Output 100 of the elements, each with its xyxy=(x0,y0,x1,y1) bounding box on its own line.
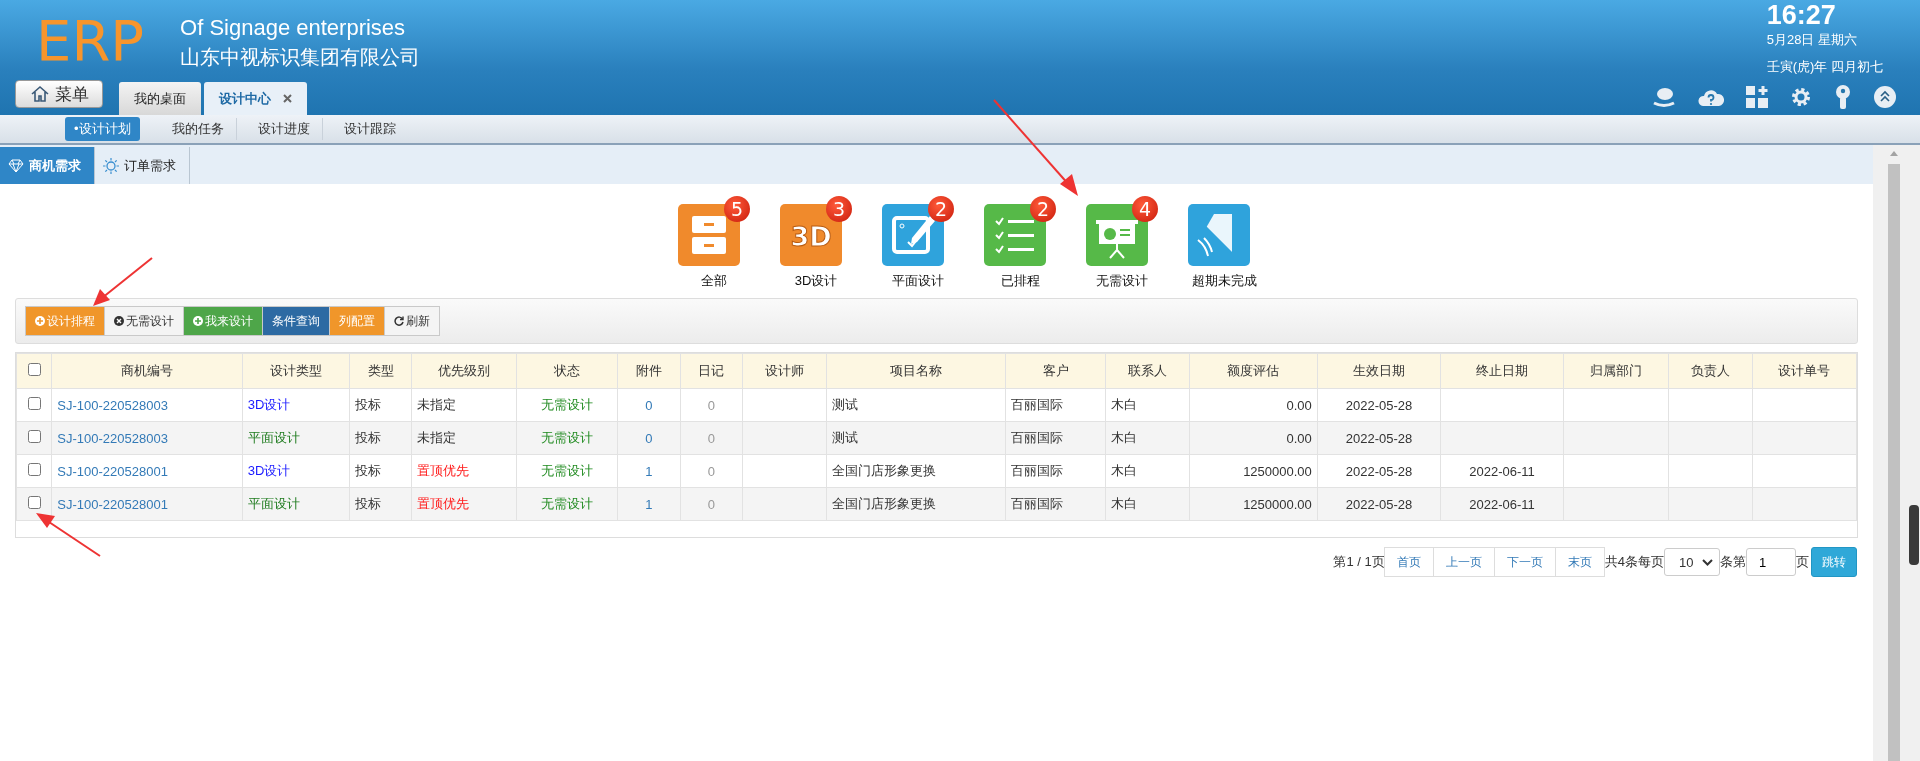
amount-cell: 0.00 xyxy=(1189,388,1318,422)
project-name-cell: 测试 xyxy=(826,388,1006,422)
page-size-select[interactable]: 10 xyxy=(1664,548,1720,576)
page-nav-button[interactable]: 下一页 xyxy=(1493,547,1556,577)
column-header: 设计师 xyxy=(742,353,827,389)
close-icon[interactable] xyxy=(283,94,292,103)
settings-icon[interactable] xyxy=(1790,86,1812,108)
company-subtitle: Of Signage enterprises xyxy=(180,14,407,42)
help-cloud-icon[interactable] xyxy=(1698,87,1724,107)
status-cell: 无需设计 xyxy=(517,388,618,422)
diary-count: 0 xyxy=(680,388,743,422)
column-header: 设计类型 xyxy=(242,353,350,389)
priority-cell: 未指定 xyxy=(411,388,517,422)
menu-button[interactable]: 菜单 xyxy=(15,80,103,108)
page-number-field[interactable]: 1 xyxy=(1746,548,1796,576)
page-nav-button[interactable]: 上一页 xyxy=(1432,547,1495,577)
toolbar-button[interactable]: 条件查询 xyxy=(262,306,330,336)
page-tab[interactable]: 我的桌面 xyxy=(119,82,201,115)
category-shortcut[interactable]: 4 无需设计 xyxy=(1086,196,1158,290)
total-count-label: 共4条每页 xyxy=(1604,553,1664,571)
attachment-count-link[interactable]: 0 xyxy=(617,388,681,422)
column-header: 类型 xyxy=(349,353,412,389)
design-type-cell: 平面设计 xyxy=(242,487,350,521)
type-cell: 投标 xyxy=(349,421,412,455)
plus-circle-icon xyxy=(193,316,203,326)
column-header: 终止日期 xyxy=(1440,353,1564,389)
page-info: 第1 / 1页 xyxy=(1333,553,1385,571)
row-checkbox[interactable] xyxy=(27,430,41,443)
column-header: 优先级别 xyxy=(411,353,517,389)
company-name: 山东中视标识集团有限公司 xyxy=(180,45,421,70)
sun-icon xyxy=(103,157,119,174)
type-cell: 投标 xyxy=(349,388,412,422)
priority-cell: 未指定 xyxy=(411,421,517,455)
page-nav-button[interactable]: 首页 xyxy=(1383,547,1434,577)
column-header: 归属部门 xyxy=(1563,353,1669,389)
opportunity-code-link[interactable]: SJ-100-220528003 xyxy=(51,421,243,455)
column-header: 额度评估 xyxy=(1189,353,1318,389)
page-nav-button[interactable]: 末页 xyxy=(1554,547,1605,577)
row-checkbox[interactable] xyxy=(27,397,41,410)
column-header: 项目名称 xyxy=(826,353,1006,389)
annotation-arrow xyxy=(36,513,101,557)
subnav-item[interactable]: 我的任务 xyxy=(159,118,237,140)
attachment-count-link[interactable]: 1 xyxy=(617,487,681,521)
amount-cell: 0.00 xyxy=(1189,421,1318,455)
toolbar-button[interactable]: 刷新 xyxy=(384,306,440,336)
category-shortcut[interactable]: 2 已排程 xyxy=(984,196,1056,290)
category-shortcut[interactable]: 2 平面设计 xyxy=(882,196,954,290)
refresh-icon xyxy=(394,316,404,326)
subnav-item[interactable]: •设计计划 xyxy=(65,117,140,141)
row-checkbox[interactable] xyxy=(27,496,41,509)
contact-cell: 木白 xyxy=(1105,388,1190,422)
subnav-item[interactable]: 设计进度 xyxy=(245,118,323,140)
category-shortcut[interactable]: 3D 3 3D设计 xyxy=(780,196,852,290)
side-handle[interactable] xyxy=(1909,505,1919,565)
attachment-count-link[interactable]: 0 xyxy=(617,421,681,455)
page-suffix-label: 页 xyxy=(1796,553,1809,571)
column-header: 负责人 xyxy=(1668,353,1753,389)
scroll-up-arrow-icon[interactable] xyxy=(1889,151,1898,156)
diary-count: 0 xyxy=(680,454,743,488)
clock-date: 5月28日 星期六 xyxy=(1766,31,1859,49)
select-all-checkbox[interactable] xyxy=(27,363,41,376)
effective-date-cell: 2022-05-28 xyxy=(1317,454,1441,488)
cross-circle-icon xyxy=(114,316,124,326)
opportunity-code-link[interactable]: SJ-100-220528003 xyxy=(51,388,243,422)
effective-date-cell: 2022-05-28 xyxy=(1317,421,1441,455)
attachment-count-link[interactable]: 1 xyxy=(617,454,681,488)
project-name-cell: 全国门店形象更换 xyxy=(826,454,1006,488)
count-badge: 5 xyxy=(724,196,750,222)
chat-bubble-icon[interactable] xyxy=(1652,86,1676,108)
lunar-date: 壬寅(虎)年 四月初七 xyxy=(1766,58,1883,76)
demand-tab[interactable]: 商机需求 xyxy=(0,147,95,184)
collapse-up-icon[interactable] xyxy=(1874,86,1896,108)
jump-button[interactable]: 跳转 xyxy=(1811,547,1857,577)
count-badge: 4 xyxy=(1132,196,1158,222)
subnav-item[interactable]: 设计跟踪 xyxy=(331,118,408,140)
toolbar-button[interactable]: 无需设计 xyxy=(104,306,184,336)
end-date-cell: 2022-06-11 xyxy=(1440,487,1564,521)
project-name-cell: 测试 xyxy=(826,421,1006,455)
erp-logo: ERP xyxy=(36,12,145,70)
category-shortcut[interactable]: 超期未完成 xyxy=(1188,196,1260,290)
opportunity-code-link[interactable]: SJ-100-220528001 xyxy=(51,454,243,488)
toolbar-button[interactable]: 我来设计 xyxy=(183,306,263,336)
effective-date-cell: 2022-05-28 xyxy=(1317,388,1441,422)
demand-tab[interactable]: 订单需求 xyxy=(95,147,190,184)
opportunity-code-link[interactable]: SJ-100-220528001 xyxy=(51,487,243,521)
contact-cell: 木白 xyxy=(1105,454,1190,488)
diary-count: 0 xyxy=(680,487,743,521)
amount-cell: 1250000.00 xyxy=(1189,487,1318,521)
customer-cell: 百丽国际 xyxy=(1005,454,1106,488)
status-cell: 无需设计 xyxy=(517,421,618,455)
add-widget-icon[interactable] xyxy=(1746,86,1768,108)
key-icon[interactable] xyxy=(1834,85,1852,109)
category-shortcut[interactable]: 5 全部 xyxy=(678,196,750,290)
column-header: 客户 xyxy=(1005,353,1106,389)
row-checkbox[interactable] xyxy=(27,463,41,476)
type-cell: 投标 xyxy=(349,487,412,521)
design-type-cell: 3D设计 xyxy=(242,454,350,488)
design-type-cell: 3D设计 xyxy=(242,388,350,422)
column-header: 设计单号 xyxy=(1752,353,1857,389)
page-tab[interactable]: 设计中心 xyxy=(204,82,307,115)
